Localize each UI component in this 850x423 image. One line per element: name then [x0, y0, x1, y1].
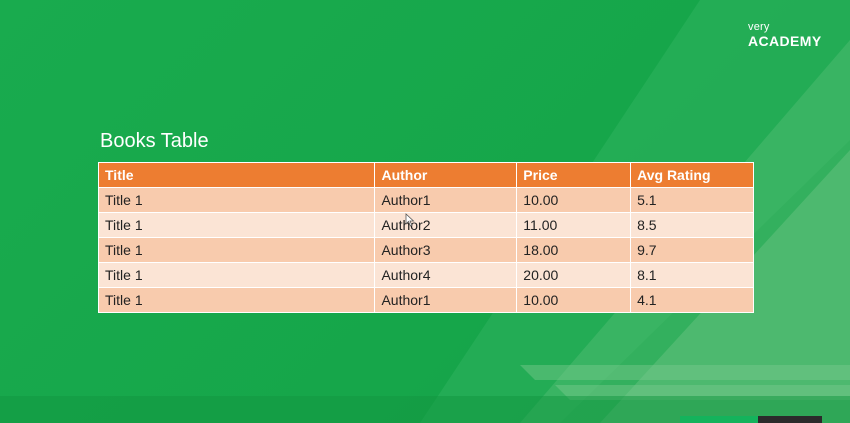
cell-avg-rating: 9.7 — [630, 237, 754, 263]
logo-small-text: very — [748, 21, 770, 33]
cell-author: Author1 — [374, 287, 518, 313]
column-header-title: Title — [97, 162, 376, 188]
column-header-price: Price — [516, 162, 632, 188]
cell-title: Title 1 — [97, 287, 376, 313]
cell-price: 18.00 — [516, 237, 632, 263]
cell-avg-rating: 4.1 — [630, 287, 754, 313]
cell-price: 10.00 — [516, 187, 632, 213]
books-table: Title Author Price Avg Rating Title 1 Au… — [97, 162, 754, 313]
logo-big-text: ACADEMY — [748, 33, 822, 49]
cell-author: Author3 — [374, 237, 518, 263]
table-row: Title 1 Author2 11.00 8.5 — [97, 212, 754, 238]
cell-avg-rating: 5.1 — [630, 187, 754, 213]
mouse-cursor-icon — [405, 213, 415, 227]
very-academy-logo: very ACADEMY — [748, 21, 822, 49]
cell-title: Title 1 — [97, 187, 376, 213]
cell-avg-rating: 8.1 — [630, 262, 754, 288]
cell-title: Title 1 — [97, 262, 376, 288]
cell-price: 20.00 — [516, 262, 632, 288]
bottom-dark-bar — [758, 416, 822, 423]
cell-title: Title 1 — [97, 212, 376, 238]
presentation-slide: very ACADEMY Books Table Title Author Pr… — [0, 0, 850, 423]
table-row: Title 1 Author1 10.00 5.1 — [97, 187, 754, 213]
table-row: Title 1 Author1 10.00 4.1 — [97, 287, 754, 313]
bottom-accent-bar — [680, 416, 758, 423]
cell-avg-rating: 8.5 — [630, 212, 754, 238]
cell-author: Author4 — [374, 262, 518, 288]
bg-line-1 — [520, 365, 850, 380]
cell-price: 11.00 — [516, 212, 632, 238]
column-header-author: Author — [374, 162, 518, 188]
cell-author: Author2 — [374, 212, 518, 238]
table-header-row: Title Author Price Avg Rating — [97, 162, 754, 188]
table-row: Title 1 Author4 20.00 8.1 — [97, 262, 754, 288]
table-row: Title 1 Author3 18.00 9.7 — [97, 237, 754, 263]
cell-title: Title 1 — [97, 237, 376, 263]
slide-title: Books Table — [100, 130, 209, 152]
cell-price: 10.00 — [516, 287, 632, 313]
column-header-avg-rating: Avg Rating — [630, 162, 754, 188]
cell-author: Author1 — [374, 187, 518, 213]
